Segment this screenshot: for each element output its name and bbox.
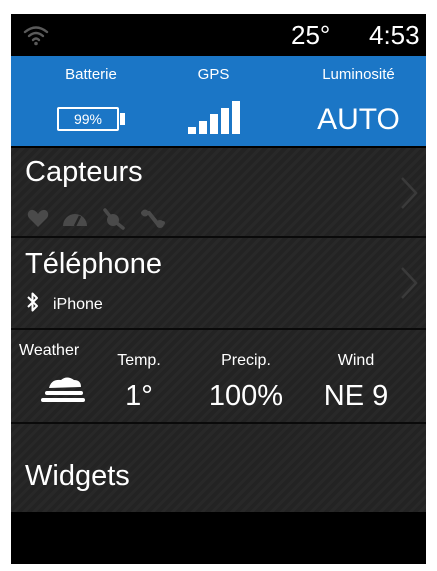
quick-status-bar: Batterie 99% GPS Luminosité AUTO <box>11 56 426 146</box>
gps-signal-bar <box>199 121 207 134</box>
phone-title: Téléphone <box>25 248 163 280</box>
wind-value: NE 9 <box>323 380 389 412</box>
temp-value: 1° <box>125 380 153 412</box>
brightness-status[interactable]: Luminosité AUTO <box>296 56 421 146</box>
battery-label: Batterie <box>65 66 117 83</box>
device-screen: 25° 4:53 Batterie 99% GPS Luminosité AUT… <box>11 14 426 564</box>
weather-row[interactable]: Weather Temp. 1° Precip. 100% Wind NE 9 <box>11 330 426 422</box>
battery-status[interactable]: Batterie 99% <box>41 56 141 146</box>
precip-label: Precip. <box>221 352 271 369</box>
precip-value: 100% <box>208 380 284 412</box>
battery-icon: 99% <box>57 107 119 131</box>
gps-signal-bar <box>188 127 196 134</box>
status-temperature: 25° <box>291 20 331 50</box>
sensor-icons <box>27 208 165 235</box>
weather-title: Weather <box>19 342 80 359</box>
gps-signal-bar <box>221 108 229 134</box>
phone-connection: iPhone <box>27 292 103 317</box>
gps-signal-bar <box>210 114 218 134</box>
brightness-label: Luminosité <box>322 66 395 83</box>
sensors-title: Capteurs <box>25 156 143 188</box>
wind-label: Wind <box>337 352 375 369</box>
temp-label: Temp. <box>117 352 161 369</box>
brightness-value: AUTO <box>317 103 400 136</box>
gps-label: GPS <box>197 66 230 83</box>
chevron-right-icon <box>400 266 418 305</box>
phone-row[interactable]: Téléphone iPhone <box>11 238 426 328</box>
cloudy-icon <box>39 374 87 409</box>
power-icon <box>139 208 165 235</box>
gps-signal-icon <box>187 100 243 139</box>
battery-terminal <box>120 113 125 125</box>
status-clock: 4:53 <box>369 20 420 50</box>
speed-icon <box>61 208 89 235</box>
battery-percent: 99% <box>73 111 103 127</box>
heart-rate-icon <box>27 208 49 235</box>
cadence-icon <box>101 208 127 235</box>
gps-signal-bar <box>232 101 240 134</box>
bluetooth-icon <box>27 292 39 317</box>
sensors-row[interactable]: Capteurs <box>11 148 426 236</box>
bottom-area <box>11 512 426 564</box>
phone-device-name: iPhone <box>53 295 103 313</box>
wifi-icon <box>23 24 49 51</box>
widgets-row[interactable]: Widgets <box>11 424 426 512</box>
gps-status[interactable]: GPS <box>176 56 251 146</box>
widgets-title: Widgets <box>25 460 130 492</box>
status-bar: 25° 4:53 <box>11 14 426 56</box>
chevron-right-icon <box>400 176 418 215</box>
